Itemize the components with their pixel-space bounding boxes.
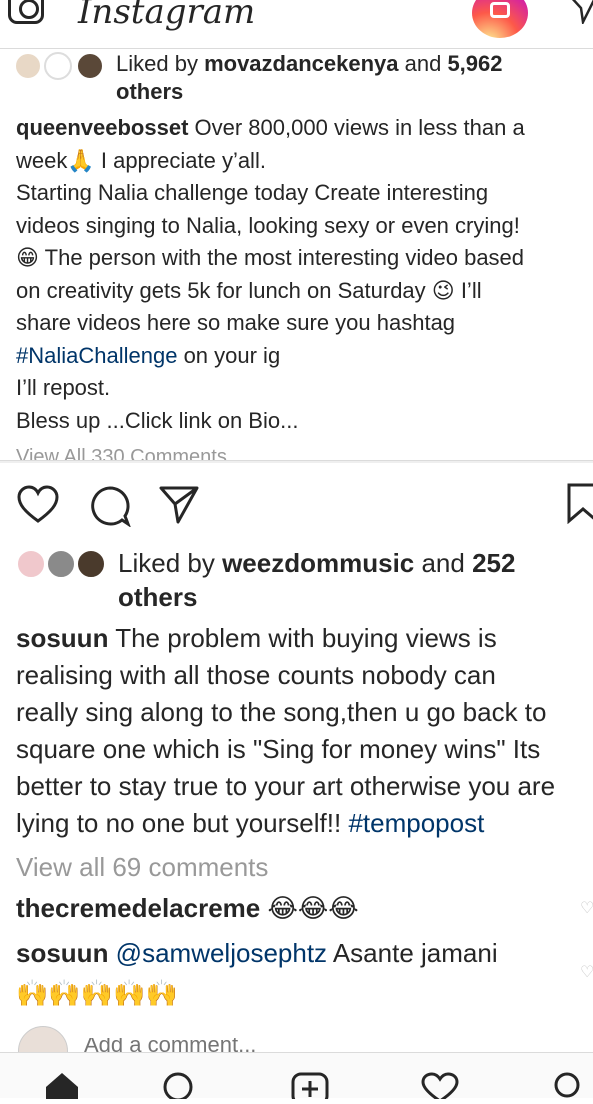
- caption-line: better to stay true to your art otherwis…: [16, 771, 556, 801]
- bottom-nav: [0, 1052, 593, 1104]
- liked-by-prefix: Liked by: [116, 51, 205, 76]
- liked-by-user[interactable]: weezdommusic: [222, 548, 414, 578]
- avatar: [16, 549, 46, 579]
- caption-line: square one which is "Sing for money wins…: [16, 734, 541, 764]
- liked-by-prefix: Liked by: [118, 548, 223, 578]
- caption-line: week🙏 I appreciate y’all.: [16, 147, 266, 173]
- top-bar: Instagram: [0, 0, 593, 49]
- liked-and: and: [398, 51, 448, 76]
- liked-count[interactable]: 252: [472, 548, 515, 578]
- comment-icon[interactable]: [88, 485, 132, 528]
- caption-line: Bless up ...Click link on Bio...: [16, 407, 299, 433]
- liked-by-avatars[interactable]: [14, 52, 106, 82]
- caption-line: share videos here so make sure you hasht…: [16, 310, 456, 335]
- home-icon[interactable]: [44, 1071, 80, 1104]
- paper-plane-icon[interactable]: [568, 0, 593, 32]
- caption-line: 😁 The person with the most interesting v…: [16, 245, 525, 270]
- like-heart-icon[interactable]: [16, 484, 60, 524]
- avatar: [76, 549, 106, 579]
- comment-username[interactable]: sosuun: [16, 938, 108, 968]
- comment-username[interactable]: thecremedelacreme: [16, 893, 260, 923]
- caption-line: I’ll repost.: [16, 375, 111, 400]
- caption-line: Starting Nalia challenge today Create in…: [16, 180, 489, 205]
- share-icon[interactable]: [158, 485, 200, 525]
- avatar: [76, 52, 104, 80]
- liked-by-avatars[interactable]: [16, 549, 108, 581]
- post2-liked-by[interactable]: Liked by weezdommusic and 252 others: [118, 546, 578, 614]
- view-all-comments-link[interactable]: View all 69 comments: [16, 852, 268, 883]
- comment-like-heart-icon[interactable]: ♡: [580, 898, 593, 918]
- avatar: [46, 549, 76, 579]
- caption-line: realising with all those counts nobody c…: [16, 660, 496, 690]
- liked-and: and: [414, 548, 473, 578]
- instagram-logo: Instagram: [78, 0, 256, 32]
- caption-username[interactable]: sosuun: [16, 623, 108, 653]
- activity-heart-icon[interactable]: [420, 1071, 460, 1104]
- comment-row: thecremedelacreme 😂😂😂: [16, 893, 359, 923]
- caption-line: Over 800,000 views in less than a: [188, 115, 525, 140]
- caption-username[interactable]: queenveebosset: [16, 115, 188, 140]
- caption-text: The problem with buying views is: [108, 623, 497, 653]
- liked-count[interactable]: 5,962: [447, 51, 502, 76]
- comment-like-heart-icon[interactable]: ♡: [580, 962, 593, 982]
- post1-caption: queenveebosset Over 800,000 views in les…: [16, 112, 593, 437]
- liked-by-user[interactable]: movazdancekenya: [204, 51, 398, 76]
- caption-text: lying to no one but yourself!!: [16, 808, 349, 838]
- add-comment-input[interactable]: [84, 1038, 384, 1052]
- comment-mention[interactable]: @samweljosephtz: [108, 938, 327, 968]
- camera-icon[interactable]: [8, 0, 44, 24]
- comment-emoji-line: 🙌🙌🙌🙌🙌: [16, 978, 178, 1008]
- caption-line: really sing along to the song,then u go …: [16, 697, 547, 727]
- new-post-icon[interactable]: [290, 1071, 330, 1104]
- comment-text: 😂😂😂: [260, 893, 359, 923]
- search-icon[interactable]: [160, 1071, 196, 1104]
- profile-icon[interactable]: [552, 1071, 582, 1104]
- post2-caption: sosuun The problem with buying views is …: [16, 620, 593, 842]
- avatar: [44, 52, 72, 80]
- bookmark-icon[interactable]: [566, 482, 593, 525]
- caption-line: sosuun The problem with buying views is: [16, 620, 593, 657]
- caption-line: on your ig: [177, 342, 281, 368]
- igtv-icon[interactable]: [472, 0, 528, 38]
- caption-line: on creativity gets 5k for lunch on Satur…: [16, 277, 482, 303]
- liked-suffix[interactable]: others: [118, 582, 197, 612]
- view-all-comments-link[interactable]: View All 330 Comments: [16, 446, 227, 460]
- avatar: [14, 52, 42, 80]
- caption-line: videos singing to Nalia, looking sexy or…: [16, 212, 520, 238]
- hashtag-link[interactable]: #NaliaChallenge: [16, 343, 177, 368]
- caption-line: lying to no one but yourself!! #tempopos…: [16, 805, 593, 842]
- comment-row: sosuun @samweljosephtz Asante jamani: [16, 938, 498, 968]
- hashtag-link[interactable]: #tempopost: [348, 808, 484, 838]
- liked-suffix[interactable]: others: [116, 79, 183, 104]
- post1-liked-by[interactable]: Liked by movazdancekenya and 5,962 other…: [116, 50, 576, 106]
- comment-text: Asante jamani: [327, 938, 498, 968]
- post-divider: [0, 460, 593, 463]
